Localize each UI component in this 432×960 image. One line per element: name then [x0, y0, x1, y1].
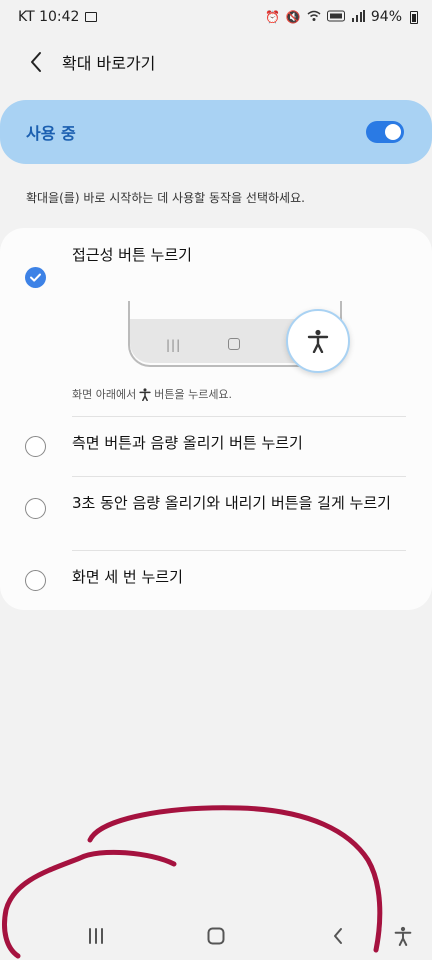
home-icon: [228, 338, 240, 350]
accessibility-icon: [139, 387, 151, 401]
recent-apps-button[interactable]: [84, 924, 108, 948]
status-left: KT 10:42: [18, 9, 98, 25]
status-right: ⏰ 🔇 94%: [265, 9, 418, 25]
phone-illustration: |||: [128, 301, 353, 376]
status-bar: KT 10:42 ⏰ 🔇 94%: [0, 0, 432, 34]
options-card: 접근성 버튼 누르기 측면 버튼과 음량 올리기 버튼 누르기 3초 동안 음량…: [0, 228, 432, 610]
option-label: 3초 동안 음량 올리기와 내리기 버튼을 길게 누르기: [72, 494, 391, 512]
home-icon: [207, 927, 225, 945]
hint-prefix: 화면 아래에서: [72, 388, 137, 401]
option-side-volume-up[interactable]: 측면 버튼과 음량 올리기 버튼 누르기: [0, 428, 432, 476]
divider: [72, 416, 406, 417]
battery-percent: 94%: [370, 9, 402, 25]
master-switch-label: 사용 중: [26, 124, 76, 143]
option-triple-tap[interactable]: 화면 세 번 누르기: [0, 560, 432, 604]
volte-icon: [326, 10, 345, 25]
navigation-bar: [0, 912, 432, 960]
gallery-notification-icon: [85, 12, 98, 22]
accessibility-icon: [394, 926, 412, 946]
hint-suffix: 버튼을 누르세요.: [154, 388, 233, 401]
master-switch-card[interactable]: 사용 중: [0, 100, 432, 164]
radio-unchecked[interactable]: [25, 570, 46, 591]
wifi-icon: [307, 10, 321, 25]
accessibility-icon: [307, 329, 329, 353]
option-label: 화면 세 번 누르기: [72, 568, 183, 586]
header: 확대 바로가기: [0, 40, 432, 84]
master-toggle[interactable]: [366, 121, 404, 143]
divider: [72, 550, 406, 551]
home-button[interactable]: [204, 924, 228, 948]
accessibility-button-illustration: [286, 309, 350, 373]
back-button[interactable]: [14, 40, 58, 84]
mute-icon: 🔇: [285, 10, 301, 24]
recent-apps-icon: [89, 928, 103, 944]
radio-unchecked[interactable]: [25, 498, 46, 519]
option-label: 측면 버튼과 음량 올리기 버튼 누르기: [72, 434, 303, 452]
battery-icon: [410, 10, 418, 24]
recent-apps-icon: |||: [166, 338, 182, 352]
accessibility-nav-button[interactable]: [391, 924, 415, 948]
option-label: 접근성 버튼 누르기: [72, 246, 192, 264]
chevron-left-icon: [31, 52, 41, 72]
option-accessibility-button[interactable]: 접근성 버튼 누르기: [0, 246, 432, 288]
page-title: 확대 바로가기: [62, 54, 156, 73]
alarm-icon: ⏰: [264, 10, 280, 24]
option-volume-hold[interactable]: 3초 동안 음량 올리기와 내리기 버튼을 길게 누르기: [0, 488, 432, 550]
radio-checked[interactable]: [25, 267, 46, 288]
divider: [72, 476, 406, 477]
nav-back-button[interactable]: [326, 924, 350, 948]
check-icon: [30, 273, 41, 282]
description-text: 확대을(를) 바로 시작하는 데 사용할 동작을 선택하세요.: [26, 191, 305, 205]
hint-text: 화면 아래에서 버튼을 누르세요.: [72, 386, 232, 402]
toggle-knob: [385, 124, 401, 140]
chevron-left-icon: [334, 928, 342, 944]
signal-icon: [351, 9, 365, 25]
carrier-time: KT 10:42: [18, 9, 80, 25]
radio-unchecked[interactable]: [25, 436, 46, 457]
